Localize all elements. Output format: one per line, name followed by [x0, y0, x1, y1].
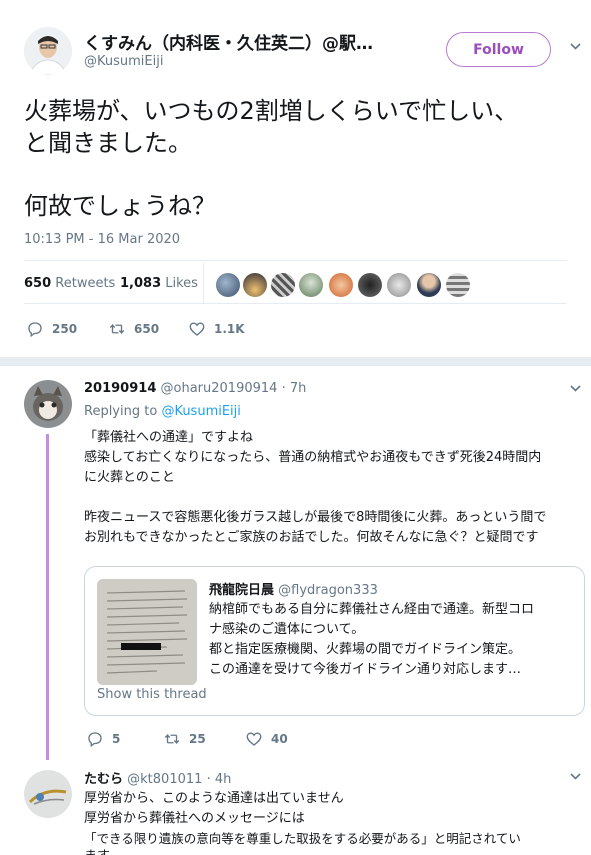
retweet-count: 25	[189, 732, 206, 746]
reply-author-name[interactable]: たむら	[84, 772, 123, 787]
retweet-icon	[109, 323, 125, 335]
thread-line	[46, 434, 49, 760]
reply-icon	[28, 322, 42, 338]
divider	[24, 303, 567, 304]
reply-text-line: に火葬とのこと	[84, 470, 175, 485]
retweets-label: Retweets	[55, 276, 116, 291]
reply-header: たむら @kt801011 · 4h	[84, 768, 231, 787]
reply-author-handle[interactable]: @oharu20190914	[161, 381, 278, 396]
author-handle[interactable]: @KusumiEiji	[84, 54, 163, 69]
replying-prefix: Replying to	[84, 404, 158, 419]
tweet-timestamp[interactable]: 10:13 PM - 16 Mar 2020	[24, 232, 180, 247]
retweet-icon	[164, 733, 180, 745]
reply-text-line: 厚労省から葬儀社へのメッセージには	[84, 811, 305, 826]
reply-text-line: お別れもできなかったとご家族のお話でした。何故そんなに急ぐ？と疑問です	[84, 530, 539, 545]
reply-button[interactable]: 250	[26, 320, 77, 338]
quoted-text-line: 納棺師でもある自分に葬儀社さん経由で通達。新型コロ	[209, 602, 535, 617]
show-this-thread-link[interactable]: Show this thread	[97, 687, 207, 702]
reply-avatar[interactable]	[24, 380, 72, 428]
quoted-author-name: 飛龍院日晨	[209, 583, 275, 598]
heart-icon	[189, 322, 205, 336]
reply-text-line: 昨夜ニュースで容態悪化後ガラス越しが最後で8時間後に火葬。あっという間で	[84, 510, 547, 525]
replying-to: Replying to @KusumiEiji	[84, 404, 241, 419]
reply-count: 5	[112, 732, 121, 746]
reply-text-line: 厚労省から、このような通達は出ていません	[84, 791, 344, 806]
liker-avatar[interactable]	[299, 273, 323, 297]
quoted-text-line: 都と指定医療機関、火葬場の間でガイドライン策定。	[209, 642, 522, 657]
like-button[interactable]: 40	[245, 730, 288, 748]
quoted-header: 飛龍院日晨 @flydragon333	[209, 579, 378, 598]
like-button[interactable]: 1.1K	[188, 320, 245, 338]
quoted-tweet-card[interactable]: 飛龍院日晨 @flydragon333 納棺師でもある自分に葬儀社さん経由で通達…	[84, 566, 585, 716]
tweet-text-line: と聞きました。	[24, 129, 192, 157]
reply-text-line: 「できる限り遺族の意向等を尊重した取扱をする必要がある」と明記されてい	[84, 831, 521, 846]
reply-author-handle[interactable]: @kt801011	[127, 772, 202, 787]
liker-avatar[interactable]	[216, 273, 240, 297]
retweet-count: 650	[134, 322, 160, 336]
reply-icon	[88, 732, 102, 748]
reply-text-line: 感染してお亡くなりになったら、普通の納棺式やお通夜もできず死後24時間内	[84, 450, 542, 465]
likes-label: Likes	[165, 276, 198, 291]
reply-text-line: 「葬儀社への通達」ですよね	[84, 430, 254, 445]
quoted-author-handle: @flydragon333	[278, 583, 378, 598]
retweet-button[interactable]: 650	[108, 320, 159, 338]
reply-text-line: ます	[84, 846, 110, 855]
quoted-tweet-image[interactable]	[97, 579, 197, 685]
reply-author-name[interactable]: 20190914	[84, 381, 156, 396]
reply-header: 20190914 @oharu20190914 · 7h	[84, 381, 306, 396]
chevron-down-icon[interactable]	[569, 382, 582, 399]
liker-avatar[interactable]	[417, 273, 441, 297]
retweet-button[interactable]: 25	[163, 730, 206, 748]
reply-time[interactable]: · 4h	[207, 772, 232, 787]
heart-icon	[246, 732, 262, 746]
replying-to-link[interactable]: @KusumiEiji	[161, 404, 240, 419]
reply-avatar[interactable]	[24, 770, 72, 818]
liker-avatar[interactable]	[329, 273, 353, 297]
section-divider	[0, 357, 591, 366]
reply-time[interactable]: · 7h	[282, 381, 307, 396]
reply-count: 250	[52, 322, 78, 336]
quoted-text-line: この通達を受けて今後ガイドライン通り対応します…	[209, 662, 522, 677]
author-name[interactable]: くすみん（内科医・久住英二）@駅…	[84, 29, 373, 54]
liker-avatar[interactable]	[387, 273, 411, 297]
quoted-text-line: ナ感染のご遺体について。	[209, 622, 365, 637]
chevron-down-icon[interactable]	[569, 40, 582, 57]
retweets-stat[interactable]: 650 Retweets	[24, 276, 115, 291]
liker-avatar[interactable]	[446, 273, 470, 297]
likes-stat[interactable]: 1,083 Likes	[120, 276, 198, 291]
like-count: 1.1K	[214, 322, 245, 336]
tweet-text-line: 火葬場が、いつもの2割増しくらいで忙しい、	[24, 97, 519, 125]
liker-avatar[interactable]	[358, 273, 382, 297]
author-avatar[interactable]	[24, 27, 72, 75]
liker-avatar[interactable]	[243, 273, 267, 297]
tweet-text-line: 何故でしょうね？	[24, 192, 216, 220]
like-count: 40	[271, 732, 288, 746]
divider-vertical	[203, 263, 204, 303]
reply-button[interactable]: 5	[86, 730, 120, 748]
likes-count: 1,083	[120, 276, 162, 291]
chevron-down-icon[interactable]	[569, 770, 582, 787]
follow-button[interactable]: Follow	[446, 32, 551, 67]
liker-avatar[interactable]	[271, 273, 295, 297]
retweets-count: 650	[24, 276, 52, 291]
divider	[24, 260, 567, 261]
